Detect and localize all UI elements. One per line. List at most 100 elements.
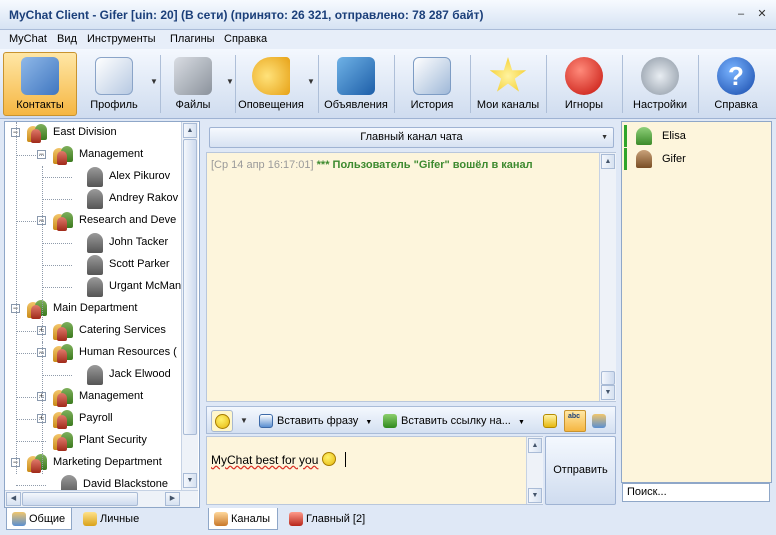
tree-item-label: Research and Deve: [79, 214, 177, 226]
input-vertical-scrollbar[interactable]: ▲ ▼: [526, 437, 543, 504]
tree-group-item[interactable]: − Management: [5, 144, 181, 166]
toolbar-files-button[interactable]: Файлы: [163, 52, 223, 116]
user-icon: [87, 365, 103, 385]
smiley-button[interactable]: [211, 410, 233, 432]
menu-view[interactable]: Вид: [57, 33, 77, 45]
toolbar-contacts-button[interactable]: Контакты: [3, 52, 77, 116]
scroll-thumb[interactable]: [601, 371, 615, 385]
scroll-left-arrow-icon[interactable]: ◀: [6, 492, 21, 506]
toolbar-help-button[interactable]: ? Справка: [701, 52, 771, 116]
smiley-dropdown-arrow-icon[interactable]: ▼: [240, 416, 248, 425]
tree-item-label: Scott Parker: [109, 258, 170, 270]
tab-main-channel[interactable]: Главный [2]: [284, 508, 374, 530]
tree-user-item[interactable]: John Tacker: [5, 232, 181, 254]
files-dropdown-arrow-icon[interactable]: ▼: [226, 77, 234, 86]
tree-group-item[interactable]: − East Division: [5, 122, 181, 144]
user-search-input[interactable]: Поиск...: [622, 483, 770, 502]
chevron-down-icon: ▼: [517, 419, 525, 426]
tree-user-item[interactable]: Jack Elwood: [5, 364, 181, 386]
tree-group-item[interactable]: − Human Resources (: [5, 342, 181, 364]
insert-phrase-button[interactable]: Вставить фразу ▼: [259, 410, 379, 432]
contacts-icon: [21, 57, 59, 95]
tree-item-label: David Blackstone: [83, 478, 168, 490]
help-icon: ?: [717, 57, 755, 95]
toolbar-history-button[interactable]: История: [397, 52, 467, 116]
tree-item-label: Marketing Department: [53, 456, 162, 468]
toolbar-announcements-button[interactable]: Объявления: [321, 52, 391, 116]
scroll-up-arrow-icon[interactable]: ▲: [183, 123, 197, 138]
user-icon: [87, 255, 103, 275]
toolbar-my-channels-label: Мои каналы: [476, 99, 540, 111]
scroll-up-arrow-icon[interactable]: ▲: [601, 154, 615, 169]
tree-group-item[interactable]: + Management: [5, 386, 181, 408]
tree-connector: [42, 177, 72, 178]
tab-personal[interactable]: Личные: [78, 508, 148, 530]
toolbar-separator: [394, 55, 395, 113]
tree-group-item[interactable]: + Catering Services: [5, 320, 181, 342]
close-button[interactable]: ✕: [756, 8, 768, 20]
chat-vertical-scrollbar[interactable]: ▲ ▼: [599, 153, 616, 401]
minimize-button[interactable]: –: [735, 8, 747, 20]
scroll-thumb[interactable]: [22, 492, 138, 506]
tree-group-item[interactable]: Plant Security: [5, 430, 181, 452]
tab-main-channel-label: Главный [2]: [306, 513, 366, 525]
alerts-dropdown-arrow-icon[interactable]: ▼: [307, 77, 315, 86]
user-list-item[interactable]: Elisa: [624, 125, 771, 147]
tree-connector: [42, 166, 43, 342]
contacts-tree: − East Division − Management Alex Pikurov And…: [5, 122, 181, 490]
tree-group-item[interactable]: − Marketing Department: [5, 452, 181, 474]
tree-user-item[interactable]: Scott Parker: [5, 254, 181, 276]
insert-link-button[interactable]: Вставить ссылку на... ▼: [383, 410, 533, 432]
menu-bar: MyChat Вид Инструменты Плагины Справка: [0, 30, 776, 49]
toolbar-settings-button[interactable]: Настройки: [625, 52, 695, 116]
scroll-down-arrow-icon[interactable]: ▼: [601, 385, 615, 400]
toolbar-alerts-label: Оповещения: [238, 99, 304, 111]
tab-common[interactable]: Общие: [6, 508, 72, 530]
toolbar-ignore-button[interactable]: Игноры: [549, 52, 619, 116]
toolbar-my-channels-button[interactable]: Мои каналы: [473, 52, 543, 116]
tree-group-item[interactable]: − Main Department: [5, 298, 181, 320]
tree-user-item[interactable]: David Blackstone: [5, 474, 181, 490]
smiley-icon: [215, 414, 230, 429]
contacts-horizontal-scrollbar[interactable]: ◀ ▶: [5, 490, 198, 507]
user-icon: [636, 127, 652, 145]
menu-help[interactable]: Справка: [224, 33, 267, 45]
format-button[interactable]: [541, 410, 559, 432]
user-list-item[interactable]: Gifer: [624, 148, 771, 170]
tree-item-label: Jack Elwood: [109, 368, 171, 380]
menu-mychat[interactable]: MyChat: [9, 33, 47, 45]
scroll-down-arrow-icon[interactable]: ▼: [183, 473, 197, 488]
profile-dropdown-arrow-icon[interactable]: ▼: [150, 77, 158, 86]
group-icon: [27, 123, 47, 143]
toolbar-announcements-label: Объявления: [324, 99, 388, 111]
tree-group-item[interactable]: − Research and Deve: [5, 210, 181, 232]
tree-group-item[interactable]: + Payroll: [5, 408, 181, 430]
group-icon: [53, 343, 73, 363]
channel-select[interactable]: Главный канал чата ▼: [209, 127, 614, 148]
scroll-right-arrow-icon[interactable]: ▶: [165, 492, 180, 506]
toolbar-separator: [160, 55, 161, 113]
files-icon: [174, 57, 212, 95]
text-cursor: [345, 452, 347, 467]
send-button[interactable]: Отправить: [545, 436, 616, 505]
star-icon: [489, 57, 527, 92]
stop-icon: [565, 57, 603, 95]
toolbar-alerts-button[interactable]: Оповещения: [237, 52, 305, 116]
tree-user-item[interactable]: Andrey Rakov: [5, 188, 181, 210]
scroll-thumb[interactable]: [183, 139, 197, 435]
users-button[interactable]: [589, 410, 611, 432]
tree-user-item[interactable]: Urgant McMane: [5, 276, 181, 298]
spellcheck-button[interactable]: abc: [564, 410, 586, 432]
group-icon: [53, 409, 73, 429]
scroll-down-arrow-icon[interactable]: ▼: [528, 488, 542, 503]
toolbar-profile-button[interactable]: Профиль: [82, 52, 146, 116]
message-input-value: MyChat best for you: [211, 453, 319, 467]
menu-plugins[interactable]: Плагины: [170, 33, 215, 45]
scroll-up-arrow-icon[interactable]: ▲: [528, 438, 542, 453]
message-input[interactable]: MyChat best for you ▲ ▼: [206, 436, 543, 505]
tree-user-item[interactable]: Alex Pikurov: [5, 166, 181, 188]
group-icon: [27, 453, 47, 473]
contacts-vertical-scrollbar[interactable]: ▲ ▼: [181, 122, 198, 490]
menu-tools[interactable]: Инструменты: [87, 33, 156, 45]
tab-channels[interactable]: Каналы: [208, 508, 278, 530]
